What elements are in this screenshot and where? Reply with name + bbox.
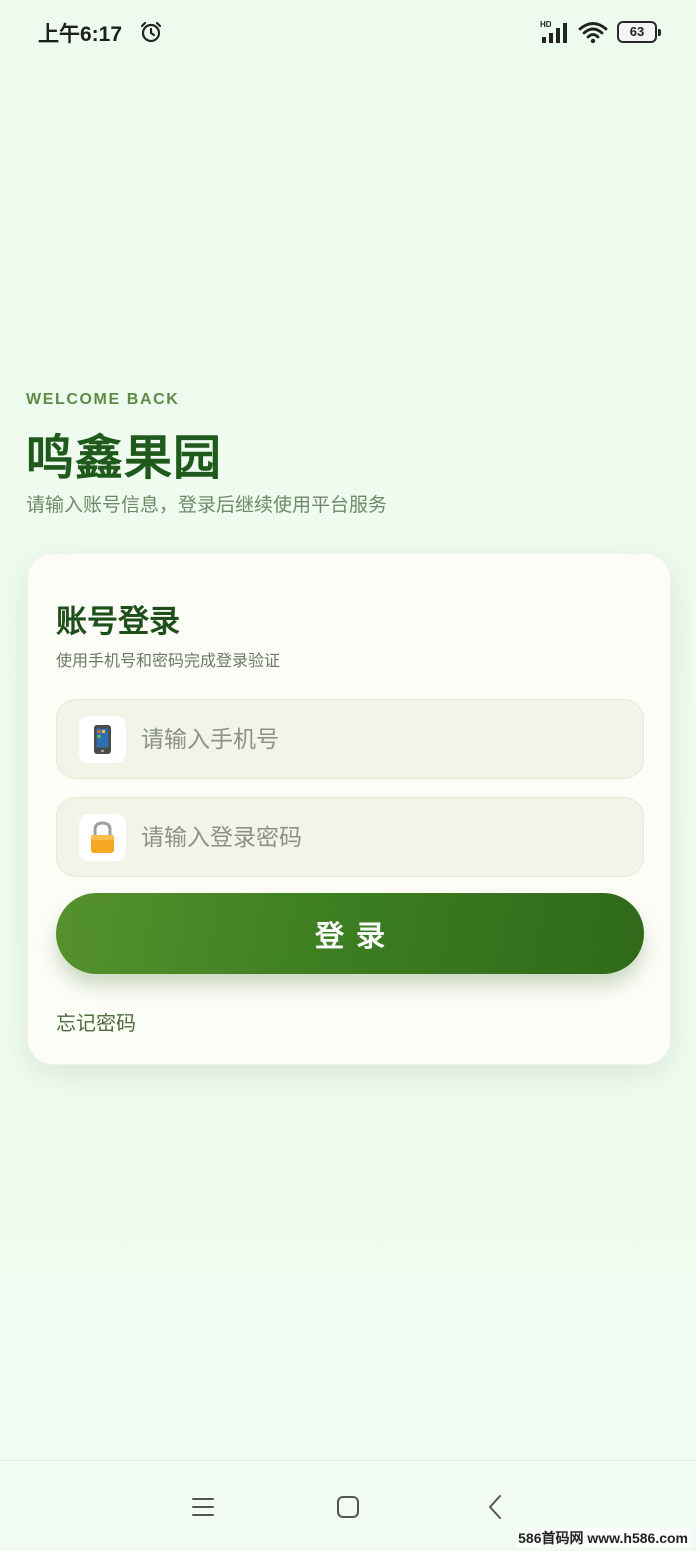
signal-icon: HD [540,20,567,43]
menu-icon[interactable] [190,1495,216,1519]
welcome-label: WELCOME BACK [26,391,180,408]
battery-icon: 63 [617,21,661,43]
password-input[interactable] [141,818,621,858]
wifi-icon [578,22,608,44]
login-button[interactable]: 登录 [56,893,644,974]
app-subtitle: 请输入账号信息，登录后继续使用平台服务 [26,494,388,516]
watermark: 586首码网 www.h586.com [516,1528,690,1548]
login-card: 账号登录 使用手机号和密码完成登录验证 请输入手机号 登录 忘记密码 [27,553,671,1065]
phone-field[interactable] [56,699,644,779]
forgot-password-link[interactable]: 忘记密码 [56,1007,136,1036]
card-title: 账号登录 [56,604,180,640]
battery-level: 63 [629,24,645,39]
app-title: 鸣鑫果园 [26,430,223,486]
phone-input[interactable] [141,720,621,760]
card-subtitle: 使用手机号和密码完成登录验证 [56,651,281,670]
home-icon[interactable] [336,1495,360,1519]
mobile-phone-icon [79,716,126,763]
back-icon[interactable] [486,1493,504,1521]
network-badge: HD [540,20,552,29]
lock-icon [79,814,126,861]
alarm-icon [140,21,162,43]
status-bar: 上午6:17 HD 63 [0,0,696,64]
password-field[interactable] [56,797,644,877]
login-screen: 上午6:17 HD 63 WELCOME BACK 鸣鑫果园 请输入账号信息，登… [0,0,696,1551]
status-time: 上午6:17 [38,23,123,46]
